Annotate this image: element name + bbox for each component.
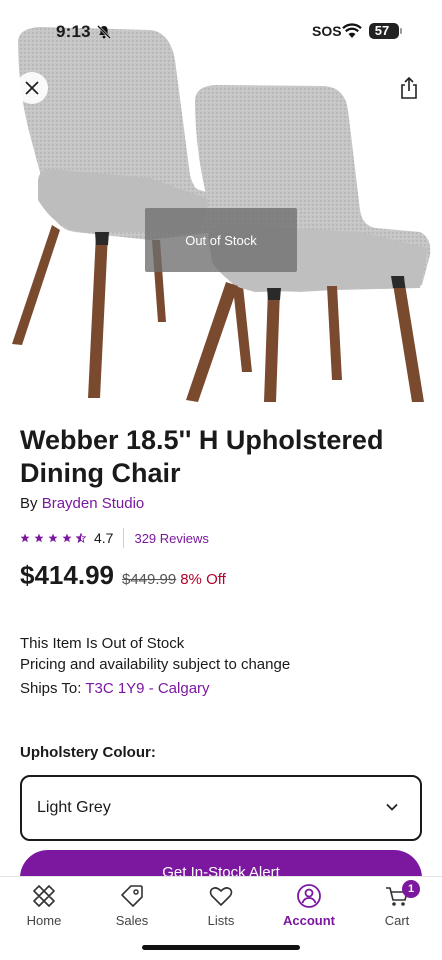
- account-icon: [297, 884, 321, 908]
- tab-lists-label: Lists: [207, 913, 235, 928]
- price-row: $414.99 $449.99 8% Off: [20, 560, 226, 591]
- status-bar: 9:13 SOS 57: [0, 0, 442, 56]
- selected-colour: Light Grey: [37, 799, 111, 816]
- wifi-icon: [342, 23, 362, 38]
- discount-label: 8% Off: [180, 571, 226, 588]
- tab-home-label: Home: [26, 913, 62, 928]
- tab-cart[interactable]: 1 Cart: [362, 880, 432, 928]
- close-button[interactable]: [16, 72, 48, 104]
- tab-sales[interactable]: Sales: [97, 883, 167, 928]
- brand-prefix: By: [20, 495, 42, 512]
- reviews-link[interactable]: 329 Reviews: [134, 531, 208, 546]
- stock-message: This Item Is Out of Stock: [20, 635, 185, 652]
- out-of-stock-overlay: Out of Stock: [145, 208, 297, 272]
- current-price: $414.99: [20, 560, 114, 590]
- star-icon: [20, 533, 30, 543]
- share-icon[interactable]: [398, 76, 420, 100]
- product-title: Webber 18.5'' H Upholstered Dining Chair: [20, 425, 384, 488]
- carrier-label: SOS: [312, 23, 342, 39]
- rating-divider: [123, 528, 125, 548]
- heart-icon: [209, 887, 233, 906]
- original-price: $449.99: [121, 571, 177, 588]
- half-star-icon: [76, 533, 86, 543]
- tab-cart-label: Cart: [384, 913, 410, 928]
- tab-lists[interactable]: Lists: [186, 883, 256, 928]
- chairs-illustration: [12, 27, 431, 402]
- ships-to: Ships To: T3C 1Y9 - Calgary: [20, 680, 210, 697]
- tag-icon: [121, 885, 143, 907]
- cart-count-badge: 1: [402, 880, 420, 898]
- star-icon: [48, 533, 58, 543]
- home-indicator: [142, 945, 300, 950]
- ships-to-label: Ships To:: [20, 680, 86, 697]
- star-icon: [62, 533, 72, 543]
- tab-sales-label: Sales: [115, 913, 149, 928]
- battery-icon: 57: [369, 23, 402, 39]
- upholstery-colour-select[interactable]: Light Grey: [20, 775, 422, 841]
- product-image[interactable]: Out of Stock: [0, 0, 442, 405]
- rating-row[interactable]: 4.7 329 Reviews: [20, 528, 209, 548]
- status-time: 9:13: [56, 22, 91, 41]
- home-icon: [33, 885, 55, 907]
- chevron-down-icon: [386, 803, 398, 811]
- rating-stars: [20, 533, 86, 543]
- battery-level: 57: [374, 23, 390, 38]
- star-icon: [34, 533, 44, 543]
- tab-home[interactable]: Home: [9, 883, 79, 928]
- brand-link[interactable]: Brayden Studio: [42, 495, 145, 512]
- bell-off-icon: [97, 25, 111, 39]
- upholstery-colour-label: Upholstery Colour:: [20, 744, 156, 761]
- close-icon: [25, 81, 39, 95]
- pricing-message: Pricing and availability subject to chan…: [20, 656, 291, 673]
- ships-to-location[interactable]: T3C 1Y9 - Calgary: [85, 680, 209, 697]
- rating-value: 4.7: [94, 530, 114, 546]
- tab-account[interactable]: Account: [274, 883, 344, 928]
- brand-line: By Brayden Studio: [20, 495, 144, 512]
- tab-account-label: Account: [283, 913, 335, 928]
